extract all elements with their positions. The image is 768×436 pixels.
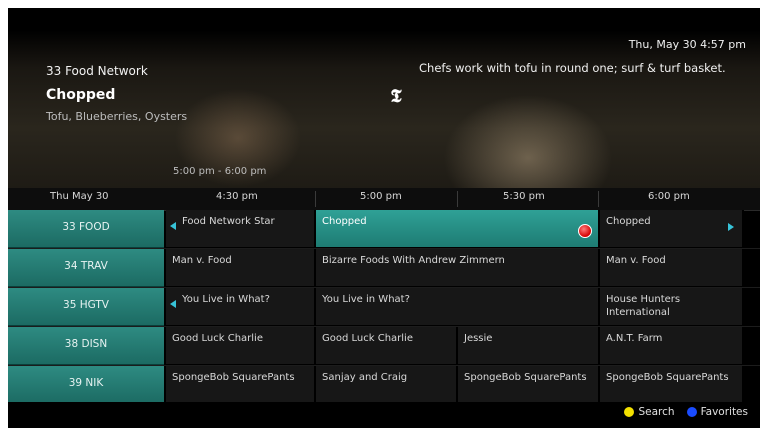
record-icon [578, 224, 592, 238]
program-title: SpongeBob SquarePants [172, 372, 295, 383]
program-cell[interactable]: SpongeBob SquarePants [458, 366, 600, 403]
program-title: SpongeBob SquarePants [464, 372, 587, 383]
channel-label: 33 FOOD [62, 221, 110, 233]
program-title: You Live in What? [322, 294, 410, 305]
channel-label: 38 DISN [64, 338, 108, 350]
program-title: Chopped [606, 216, 651, 227]
preview-episode: Tofu, Blueberries, Oysters [46, 110, 188, 123]
time-slot: 5:00 pm [360, 191, 402, 202]
guide-row: 38 DISN Good Luck Charlie Good Luck Char… [8, 327, 760, 366]
channel-cell[interactable]: 35 HGTV [8, 288, 164, 326]
time-slot: 6:00 pm [648, 191, 690, 202]
blue-button-icon [686, 407, 697, 417]
channel-label: 34 TRAV [64, 260, 108, 272]
preview-description: Chefs work with tofu in round one; surf … [419, 61, 726, 75]
program-title: Sanjay and Craig [322, 372, 408, 383]
program-preview: Thu, May 30 4:57 pm 33 Food Network Chop… [8, 8, 760, 194]
program-cell[interactable]: A.N.T. Farm [600, 327, 744, 364]
program-title: A.N.T. Farm [606, 333, 663, 344]
channel-cell[interactable]: 39 NIK [8, 366, 164, 404]
guide-row: 33 FOOD Food Network Star Chopped Choppe… [8, 210, 760, 249]
program-cell[interactable]: Sanjay and Craig [316, 366, 458, 403]
guide-row: 39 NIK SpongeBob SquarePants Sanjay and … [8, 366, 760, 405]
program-cell[interactable]: You Live in What? [316, 288, 600, 325]
tv-rating-icon: 𝕿 [390, 86, 402, 107]
tv-guide-screen: Thu, May 30 4:57 pm 33 Food Network Chop… [8, 8, 760, 428]
channel-cell[interactable]: 38 DISN [8, 327, 164, 365]
time-header: Thu May 30 4:30 pm 5:00 pm 5:30 pm 6:00 … [8, 188, 760, 211]
channel-label: 39 NIK [68, 377, 104, 389]
program-cell-selected[interactable]: Chopped [316, 210, 600, 247]
preview-channel: 33 Food Network [46, 64, 148, 78]
program-cell[interactable]: Good Luck Charlie [316, 327, 458, 364]
program-cell[interactable]: House Hunters International [600, 288, 744, 325]
program-title: Bizarre Foods With Andrew Zimmern [322, 255, 505, 266]
program-cell[interactable]: Man v. Food [600, 249, 744, 286]
program-title: Good Luck Charlie [172, 333, 263, 344]
program-cell[interactable]: Man v. Food [166, 249, 316, 286]
search-button[interactable]: Search [638, 406, 674, 418]
program-cell[interactable]: Good Luck Charlie [166, 327, 316, 364]
guide-row: 34 TRAV Man v. Food Bizarre Foods With A… [8, 249, 760, 288]
program-cell[interactable]: SpongeBob SquarePants [600, 366, 744, 403]
program-cell[interactable]: You Live in What? [166, 288, 316, 325]
preview-title: Chopped [46, 87, 116, 103]
program-title: Food Network Star [182, 216, 275, 227]
program-grid: 33 FOOD Food Network Star Chopped Choppe… [8, 210, 760, 405]
yellow-button-icon [624, 407, 635, 417]
preview-time-range: 5:00 pm - 6:00 pm [173, 166, 267, 177]
channel-cell[interactable]: 34 TRAV [8, 249, 164, 287]
guide-row: 35 HGTV You Live in What? You Live in Wh… [8, 288, 760, 327]
button-legend: Search Favorites [624, 406, 748, 418]
current-datetime: Thu, May 30 4:57 pm [628, 38, 746, 51]
arrow-left-icon [170, 222, 176, 230]
channel-label: 35 HGTV [63, 299, 109, 311]
program-title: You Live in What? [182, 294, 270, 305]
arrow-right-icon [728, 223, 734, 231]
program-cell[interactable]: Chopped [600, 210, 744, 247]
favorites-button[interactable]: Favorites [701, 406, 748, 418]
program-title: Man v. Food [606, 255, 666, 266]
time-slot: 5:30 pm [503, 191, 545, 202]
program-title: Good Luck Charlie [322, 333, 413, 344]
program-cell[interactable]: Bizarre Foods With Andrew Zimmern [316, 249, 600, 286]
arrow-left-icon [170, 300, 176, 308]
program-cell[interactable]: Jessie [458, 327, 600, 364]
channel-cell[interactable]: 33 FOOD [8, 210, 164, 248]
program-cell[interactable]: Food Network Star [166, 210, 316, 247]
program-title: House Hunters International [606, 294, 681, 318]
program-title: SpongeBob SquarePants [606, 372, 729, 383]
time-slot: 4:30 pm [216, 191, 258, 202]
program-cell[interactable]: SpongeBob SquarePants [166, 366, 316, 403]
program-title: Chopped [322, 216, 367, 227]
program-title: Jessie [464, 333, 493, 344]
guide-footer: Search Favorites [8, 402, 760, 428]
guide-date: Thu May 30 [50, 191, 109, 202]
program-title: Man v. Food [172, 255, 232, 266]
